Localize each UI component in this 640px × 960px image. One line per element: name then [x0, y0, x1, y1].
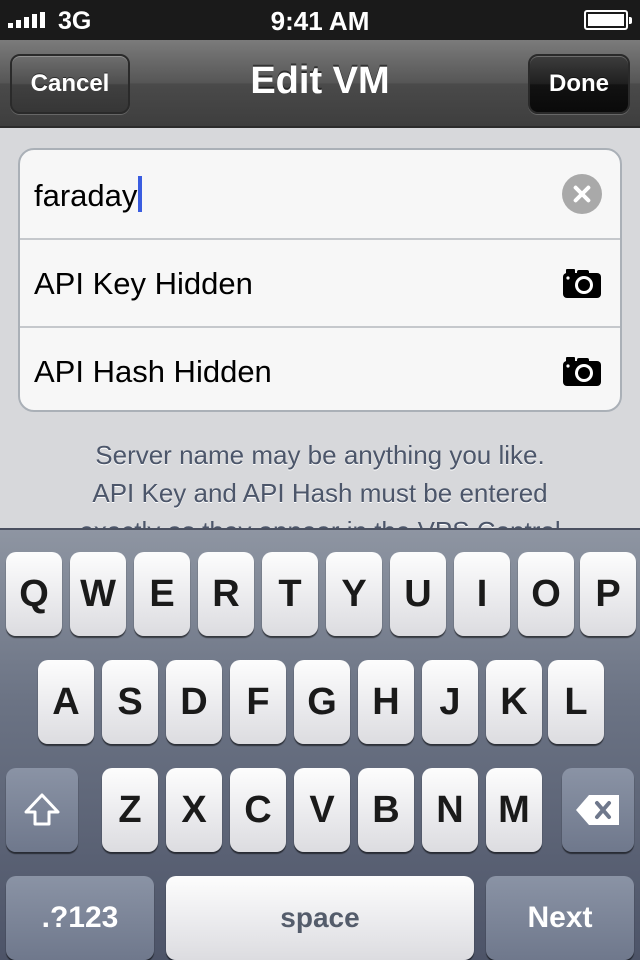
key-f[interactable]: F [230, 660, 286, 744]
key-d[interactable]: D [166, 660, 222, 744]
status-bar: 3G 9:41 AM [0, 0, 640, 40]
api-key-placeholder: API Key Hidden [34, 266, 253, 301]
battery-icon [584, 10, 632, 30]
status-time: 9:41 AM [270, 6, 370, 36]
key-t[interactable]: T [262, 552, 318, 636]
delete-icon [576, 795, 619, 825]
key-e[interactable]: E [134, 552, 190, 636]
key-s[interactable]: S [102, 660, 158, 744]
key-i[interactable]: I [454, 552, 510, 636]
space-key[interactable]: space [166, 876, 474, 960]
server-name-field[interactable]: faraday [20, 150, 620, 238]
key-w[interactable]: W [70, 552, 126, 636]
cancel-button[interactable]: Cancel [10, 54, 130, 114]
key-x[interactable]: X [166, 768, 222, 852]
page-title: Edit VM [250, 60, 390, 102]
key-q[interactable]: Q [6, 552, 62, 636]
form-content: faraday API Key Hidden API Hash Hidden S… [0, 130, 640, 528]
key-n[interactable]: N [422, 768, 478, 852]
help-text-line: API Key and API Hash must be entered [92, 478, 548, 508]
navigation-bar: Cancel Edit VM Done [0, 40, 640, 128]
keyboard: Q W E R T Y U I O P A S D F G H J K L Z … [0, 528, 640, 960]
vm-form-group: faraday API Key Hidden API Hash Hidden [18, 148, 622, 412]
clear-icon[interactable] [562, 174, 602, 214]
camera-icon[interactable] [562, 267, 602, 299]
key-z[interactable]: Z [102, 768, 158, 852]
key-p[interactable]: P [580, 552, 636, 636]
key-k[interactable]: K [486, 660, 542, 744]
key-m[interactable]: M [486, 768, 542, 852]
key-o[interactable]: O [518, 552, 574, 636]
server-name-input[interactable]: faraday [34, 176, 143, 214]
shift-key[interactable] [6, 768, 78, 852]
key-v[interactable]: V [294, 768, 350, 852]
delete-key[interactable] [562, 768, 634, 852]
help-text: Server name may be anything you like. AP… [20, 436, 620, 528]
api-key-field[interactable]: API Key Hidden [20, 238, 620, 326]
next-key[interactable]: Next [486, 876, 634, 960]
done-button[interactable]: Done [528, 54, 630, 114]
help-text-line: exactly as they appear in the VPS Contro… [20, 512, 620, 528]
api-hash-field[interactable]: API Hash Hidden [20, 326, 620, 410]
key-h[interactable]: H [358, 660, 414, 744]
key-b[interactable]: B [358, 768, 414, 852]
key-a[interactable]: A [38, 660, 94, 744]
server-name-value: faraday [34, 178, 138, 213]
key-u[interactable]: U [390, 552, 446, 636]
camera-icon[interactable] [562, 355, 602, 387]
key-r[interactable]: R [198, 552, 254, 636]
help-text-line: Server name may be anything you like. [95, 440, 545, 470]
key-c[interactable]: C [230, 768, 286, 852]
text-cursor [138, 176, 143, 212]
key-l[interactable]: L [548, 660, 604, 744]
key-y[interactable]: Y [326, 552, 382, 636]
api-hash-placeholder: API Hash Hidden [34, 354, 272, 389]
shift-icon [24, 793, 60, 826]
numbers-key[interactable]: .?123 [6, 876, 154, 960]
key-j[interactable]: J [422, 660, 478, 744]
key-g[interactable]: G [294, 660, 350, 744]
